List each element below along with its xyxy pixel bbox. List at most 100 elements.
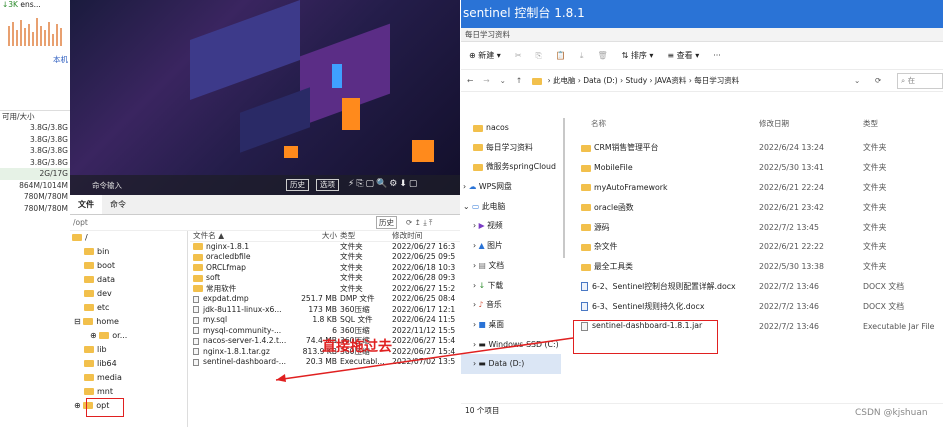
tree-item[interactable]: ⊕ or... bbox=[70, 329, 187, 343]
nav-item[interactable]: nacos bbox=[461, 118, 561, 138]
file-date: 2022/06/27 15:4 bbox=[392, 336, 456, 345]
file-row[interactable]: mysql-community-... 6 360压缩 2022/11/12 15:5 bbox=[190, 326, 460, 337]
file-size: 20.3 MB bbox=[305, 357, 337, 366]
path-history-button[interactable]: 历史 bbox=[376, 216, 397, 229]
col-name[interactable]: 文件名 ▲ bbox=[190, 231, 290, 241]
file-row[interactable]: my.sql 1.8 KB SQL 文件 2022/06/24 11:5 bbox=[190, 315, 460, 326]
paste-icon[interactable]: 📋 bbox=[556, 51, 566, 60]
new-button[interactable]: ⊕ 新建 ▾ bbox=[469, 50, 501, 61]
item-type: DOCX 文档 bbox=[863, 281, 904, 291]
file-row[interactable]: nginx-1.8.1 文件夹 2022/06/27 16:3 bbox=[190, 242, 460, 253]
view-button[interactable]: ≡ 查看 ▾ bbox=[667, 50, 699, 61]
list-item[interactable]: myAutoFramework 2022/6/21 22:24 文件夹 bbox=[571, 178, 943, 198]
tab-files[interactable]: 文件 bbox=[70, 195, 102, 214]
tree-item[interactable]: dev bbox=[70, 287, 187, 301]
nav-item[interactable]: 每日学习资料 bbox=[461, 138, 561, 158]
annotation-text: 直接拖过去 bbox=[322, 339, 392, 355]
toolbar-icons[interactable]: ⚡⎘▢🔍⚙⬇▢ bbox=[348, 179, 419, 189]
back-icon[interactable]: ← bbox=[467, 76, 473, 85]
folder-icon bbox=[193, 274, 203, 282]
nav-item[interactable]: › ▤ 文档 bbox=[461, 256, 561, 276]
list-item[interactable]: CRM销售管理平台 2022/6/24 13:24 文件夹 bbox=[571, 138, 943, 158]
tree-item[interactable]: lib bbox=[70, 343, 187, 357]
nav-item[interactable]: › ■ 桌面 bbox=[461, 315, 561, 335]
nav-item[interactable]: › ↓ 下载 bbox=[461, 276, 561, 296]
folder-icon bbox=[193, 264, 203, 271]
copy-icon[interactable]: ⎘ bbox=[536, 51, 542, 61]
crumb[interactable]: 每日学习资料 bbox=[694, 76, 739, 85]
disk-size: 3.8G/3.8G bbox=[29, 157, 68, 167]
rename-icon[interactable]: ⤓ bbox=[580, 51, 584, 61]
sort-button[interactable]: ⇅ 排序 ▾ bbox=[622, 50, 654, 61]
tree-item[interactable]: media bbox=[70, 371, 187, 385]
nav-item[interactable]: › ▬ Windows-SSD (C:) bbox=[461, 335, 561, 355]
tree-item[interactable]: mnt bbox=[70, 385, 187, 399]
col-type[interactable]: 类型 bbox=[340, 231, 392, 241]
tree-item[interactable]: ⊟ home bbox=[70, 315, 187, 329]
forward-icon[interactable]: → bbox=[483, 76, 489, 85]
col-size[interactable]: 大小 bbox=[290, 231, 340, 241]
options-button[interactable]: 选项 bbox=[316, 179, 339, 191]
cut-icon[interactable]: ✂ bbox=[515, 51, 522, 60]
more-button[interactable]: ··· bbox=[713, 51, 721, 60]
col-date[interactable]: 修改时间 bbox=[392, 231, 460, 241]
search-input[interactable]: ⌕ 在 bbox=[897, 72, 943, 89]
path-tools[interactable]: ⟳ ↥ ⤓ ⤒ bbox=[406, 218, 432, 228]
folder-icon bbox=[473, 163, 483, 171]
item-name: 源码 bbox=[594, 222, 610, 232]
list-item[interactable]: 6-2、Sentinel控制台规则配置详解.docx 2022/7/2 13:46… bbox=[571, 277, 943, 297]
nav-item[interactable]: › ▬ Data (D:) bbox=[461, 354, 561, 374]
watermark: CSDN @kjshuan bbox=[855, 408, 928, 418]
history-button[interactable]: 历史 bbox=[286, 179, 309, 191]
tab-commands[interactable]: 命令 bbox=[102, 195, 134, 214]
tree-item[interactable]: / bbox=[70, 231, 187, 245]
crumb[interactable]: Study bbox=[625, 76, 647, 85]
chevron-down-icon[interactable]: ⌄ bbox=[500, 76, 506, 85]
nav-scrollbar[interactable] bbox=[563, 118, 565, 258]
file-row[interactable]: jdk-8u111-linux-x6... 173 MB 360压缩 2022/06/… bbox=[190, 305, 460, 316]
file-row[interactable]: sentinel-dashboard-... 20.3 MB Executabl..… bbox=[190, 357, 460, 368]
file-row[interactable]: oracledbfile 文件夹 2022/06/25 09:5 bbox=[190, 252, 460, 263]
breadcrumb[interactable]: › 此电脑 › Data (D:) › Study › JAVA资料 › 每日学… bbox=[532, 75, 739, 86]
nav-item[interactable]: › ☁ WPS网盘 bbox=[461, 177, 561, 197]
crumb[interactable]: JAVA资料 bbox=[655, 76, 687, 85]
command-input[interactable]: 命令输入 bbox=[92, 180, 122, 191]
file-type: DMP 文件 bbox=[340, 294, 375, 303]
file-row[interactable]: ORCLfmap 文件夹 2022/06/18 10:3 bbox=[190, 263, 460, 274]
col-date[interactable]: 修改日期 bbox=[759, 118, 863, 130]
up-icon[interactable]: ↑ bbox=[516, 76, 522, 85]
nav-item[interactable]: › ▶ 视频 bbox=[461, 216, 561, 236]
list-item[interactable]: 6-3、Sentinel规则持久化.docx 2022/7/2 13:46 DOCX… bbox=[571, 296, 943, 316]
list-item[interactable]: 杂文件 2022/6/21 22:22 文件夹 bbox=[571, 237, 943, 257]
tree-item-opt[interactable]: ⊕ opt bbox=[70, 399, 187, 413]
list-item[interactable]: 源码 2022/7/2 13:45 文件夹 bbox=[571, 217, 943, 237]
list-item[interactable]: sentinel-dashboard-1.8.1.jar 2022/7/2 13:… bbox=[571, 316, 943, 336]
list-item[interactable]: oracle函数 2022/6/21 23:42 文件夹 bbox=[571, 197, 943, 217]
tree-item[interactable]: lib64 bbox=[70, 357, 187, 371]
nav-item[interactable]: ⌄ ▭ 此电脑 bbox=[461, 197, 561, 217]
tree-item[interactable]: etc bbox=[70, 301, 187, 315]
file-row[interactable]: expdat.dmp 251.7 MB DMP 文件 2022/06/25 08:4 bbox=[190, 294, 460, 305]
tree-item[interactable]: data bbox=[70, 273, 187, 287]
nav-item[interactable]: 微服务springCloud bbox=[461, 157, 561, 177]
nav-item[interactable]: › ♪ 音乐 bbox=[461, 295, 561, 315]
list-item[interactable]: MobileFile 2022/5/30 13:41 文件夹 bbox=[571, 158, 943, 178]
list-item[interactable]: 最全工具类 2022/5/30 13:38 文件夹 bbox=[571, 257, 943, 277]
explorer-tab[interactable]: 每日学习资料 bbox=[465, 30, 510, 39]
col-name[interactable]: 名称 bbox=[571, 118, 759, 130]
dropdown-icon[interactable]: ⌄ bbox=[854, 76, 860, 85]
file-row[interactable]: 常用软件 文件夹 2022/06/27 15:2 bbox=[190, 284, 460, 295]
crumb[interactable]: 此电脑 bbox=[553, 76, 576, 85]
terminal-area[interactable]: 命令输入 历史 选项 ⚡⎘▢🔍⚙⬇▢ bbox=[70, 0, 460, 195]
net-host[interactable]: ens... bbox=[20, 0, 40, 9]
item-name: sentinel-dashboard-1.8.1.jar bbox=[592, 321, 703, 331]
col-type[interactable]: 类型 bbox=[863, 118, 943, 130]
tree-item[interactable]: boot bbox=[70, 259, 187, 273]
file-row[interactable]: soft 文件夹 2022/06/28 09:3 bbox=[190, 273, 460, 284]
crumb[interactable]: Data (D:) bbox=[583, 76, 617, 85]
delete-icon[interactable]: 🗑 bbox=[597, 51, 607, 60]
tree-item[interactable]: bin bbox=[70, 245, 187, 259]
nav-item[interactable]: › ▲ 图片 bbox=[461, 236, 561, 256]
refresh-icon[interactable]: ⟳ bbox=[875, 76, 881, 85]
path-input[interactable]: /opt bbox=[73, 218, 88, 227]
